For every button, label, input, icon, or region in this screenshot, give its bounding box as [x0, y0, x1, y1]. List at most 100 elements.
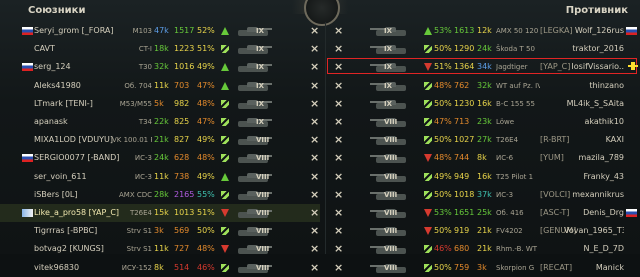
ally-row[interactable]: CAVT CT-I 18k 1223 51% IX ×	[0, 40, 320, 58]
ally-row[interactable]: botvag2 [KUNGS] Strv S1 11k 727 48% VIII ×	[0, 240, 320, 258]
battles-count: 32k	[154, 62, 169, 72]
tank-tier: VIII	[256, 227, 270, 236]
player-name: Wolf_126rus	[574, 26, 624, 35]
wn8-rating: 827	[174, 135, 190, 145]
win-rate: 46%	[434, 244, 452, 254]
tank-name: ИС-6	[496, 154, 514, 163]
enemy-row[interactable]: × VIII 47% 713 23k Löwe akathik10	[320, 113, 640, 131]
wn8-rating: 628	[174, 153, 190, 163]
battles-count: 12k	[477, 26, 492, 35]
ally-row[interactable]: Like_a_pro58 [YAP_C] T26E4 15k 1013 51% VIII ×	[0, 204, 320, 222]
close-x-icon: ×	[334, 169, 344, 183]
ally-row[interactable]: LTmark [TENI-] M53/M55 5k 982 48% IX ×	[0, 95, 320, 113]
battles-count: 21k	[154, 135, 169, 145]
wn8-rating: 569	[174, 226, 190, 236]
tank-tier: VIII	[256, 209, 270, 217]
rank-chevron-icon	[424, 45, 432, 54]
tank-name: ИС-3	[134, 154, 152, 163]
battles-count: 3k	[154, 226, 164, 236]
ally-row[interactable]: MIXA1LOD [VDUYU] VK 100.01 P 21k 827 49% VIII…	[0, 131, 320, 149]
tank-name: Škoda T 50	[496, 45, 535, 54]
win-rate: 47%	[197, 80, 215, 90]
rank-chevron-icon	[221, 136, 229, 145]
player-name: Denis_Drg	[583, 208, 624, 217]
enemy-row[interactable]: × IX 53% 1613 12k AMX 50 120 [LEGKA] Wolf_126ru…	[320, 22, 640, 40]
tank-icon	[234, 116, 274, 128]
enemy-row[interactable]: × VIII 53% 1651 25k Об. 416 [ASC-T] Denis_Drg	[320, 204, 640, 222]
win-rate: 46%	[197, 262, 215, 272]
wn8-rating: 949	[454, 171, 470, 181]
rank-chevron-icon	[221, 118, 229, 126]
tank-tier: VIII	[256, 154, 270, 163]
ally-row[interactable]: iSBers [0L] AMX CDC 28k 2165 55% VIII ×	[0, 186, 320, 204]
tank-icon	[234, 25, 274, 37]
battles-count: 8k	[154, 262, 164, 272]
ally-row[interactable]: apanask T34 22k 825 47% IX ×	[0, 113, 320, 131]
enemy-row[interactable]: ×VIII50%91921kFV4202[GENUM]Vovan_1965_T3…	[320, 222, 640, 240]
wn8-rating: 919	[454, 226, 470, 236]
close-x-icon: ×	[334, 96, 344, 110]
wn8-rating: 982	[174, 98, 190, 108]
tank-name: Strv S1	[126, 227, 152, 236]
country-flag-icon	[626, 27, 637, 35]
rank-chevron-icon	[221, 154, 229, 163]
close-x-icon: ×	[310, 24, 320, 37]
country-flag-icon	[22, 63, 33, 72]
win-rate: 52%	[197, 26, 215, 35]
rank-chevron-icon	[424, 227, 432, 236]
tank-tier: VIII	[384, 209, 398, 217]
ally-row[interactable]: vitek96830 ИСУ-152 8k 514 46% VIII ×	[0, 259, 320, 277]
wn8-rating: 1651	[454, 208, 475, 217]
ally-row[interactable]: SERGIO0077 [-BAND] ИС-3 24k 628 48% VIII ×	[0, 149, 320, 167]
tank-tier: IX	[256, 45, 265, 54]
player-name: Franky_43	[583, 171, 624, 181]
tank-name: Löwe	[496, 118, 515, 126]
enemy-row[interactable]: × IX 50% 1290 24k Škoda T 50 traktor_2016	[320, 40, 640, 58]
tank-tier: IX	[384, 81, 393, 90]
ally-row[interactable]: Aleks41980 Об. 704 11k 703 47% IX ×	[0, 77, 320, 95]
enemy-row[interactable]: × IX 50% 1230 16k B-C 155 55 ML4ik_S_SAita	[320, 95, 640, 113]
platoon-plane-icon	[628, 62, 638, 70]
enemy-row[interactable]: × VIII 46% 680 21k Rhm.-B. WT N_E_D_7D	[320, 240, 640, 258]
win-rate: 48%	[434, 153, 452, 163]
enemies-header: Противник	[565, 5, 628, 16]
close-x-icon: ×	[334, 206, 344, 219]
close-x-icon: ×	[310, 96, 320, 110]
rank-chevron-icon	[221, 81, 229, 90]
wn8-rating: 744	[454, 153, 470, 163]
close-x-icon: ×	[310, 115, 320, 128]
tank-name: AMX 50 120	[496, 27, 539, 35]
tank-tier: VIII	[384, 227, 398, 236]
enemy-row[interactable]: × VIII 49% 949 16k T25 Pilot 1 Franky_43	[320, 168, 640, 186]
player-name: mazila_789	[578, 153, 624, 163]
rank-chevron-icon	[221, 63, 229, 72]
player-name: ML4ik_S_SAita	[566, 98, 624, 108]
ally-row[interactable]: Seryi_grom [_FORA] M103 47k 1517 52% IX ×	[0, 22, 320, 40]
win-rate: 50%	[434, 44, 452, 54]
ally-row[interactable]: Tigrrras [-BPBC] Strv S1 3k 569 50% VIII ×	[0, 222, 320, 240]
rank-chevron-icon	[424, 172, 432, 181]
wn8-rating: 1016	[174, 62, 195, 72]
close-x-icon: ×	[334, 78, 344, 92]
tank-tier: VIII	[256, 136, 270, 145]
enemy-row[interactable]: × VIII 50% 1018 37k ИС-3 [VOLCI] mexannikrus	[320, 186, 640, 204]
ally-row[interactable]: serg_124 T30 32k 1016 49% IX ×	[0, 58, 320, 76]
rank-chevron-icon	[424, 190, 432, 199]
tank-name: VK 100.01 P	[112, 136, 152, 145]
ally-row[interactable]: ser_voin_611 ИС-3 11k 738 49% VIII ×	[0, 168, 320, 186]
enemy-row[interactable]: × IX 48% 762 32k WT auf Pz. IV thinzano	[320, 77, 640, 95]
tank-tier: VIII	[384, 263, 398, 272]
rank-chevron-icon	[424, 245, 432, 254]
tank-icon	[234, 80, 274, 92]
enemy-row[interactable]: × VIII 50% 759 3k Skorpion G [RECAT] Manick	[320, 259, 640, 277]
enemy-row[interactable]: × VIII 50% 1027 27k T26E4 [R-BRT] KAXI	[320, 131, 640, 149]
tank-name: M53/M55	[119, 99, 152, 108]
selected-enemy-highlight	[327, 58, 637, 74]
enemy-row[interactable]: × VIII 48% 744 8k ИС-6 [YUM] mazila_789	[320, 149, 640, 167]
close-x-icon: ×	[310, 78, 320, 92]
battles-count: 47k	[154, 26, 169, 35]
tank-name: FV4202	[496, 227, 523, 236]
rank-chevron-icon	[221, 172, 229, 181]
rank-chevron-icon	[221, 227, 229, 236]
wn8-rating: 703	[174, 80, 190, 90]
